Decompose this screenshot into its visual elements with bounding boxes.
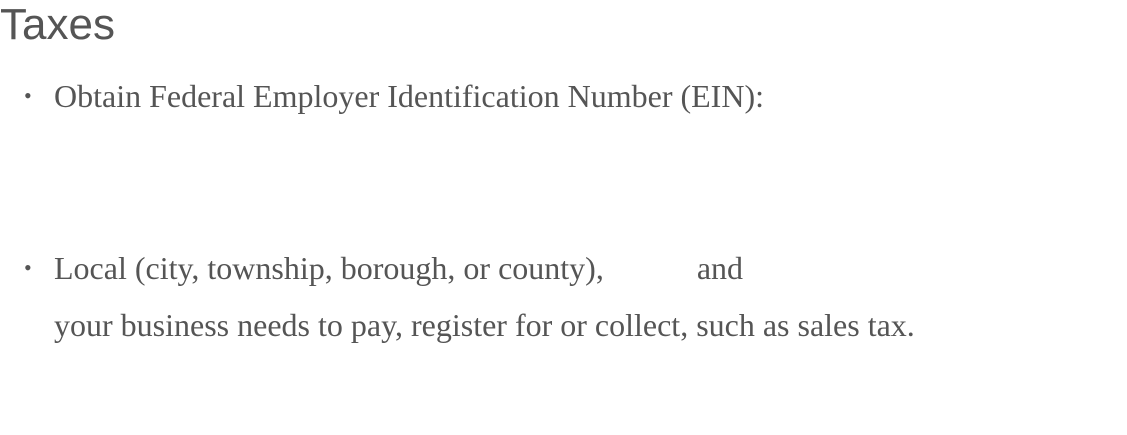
- local-taxes-text-start: Local (city, township, borough, or count…: [54, 250, 604, 286]
- local-taxes-line-2: your business needs to pay, register for…: [54, 307, 915, 343]
- ein-text: Obtain Federal Employer Identification N…: [54, 78, 764, 114]
- local-taxes-line-1: Local (city, township, borough, or count…: [54, 239, 743, 297]
- page-title: Taxes: [0, 0, 115, 49]
- local-taxes-text-and: and: [696, 250, 744, 286]
- bullet-icon: •: [24, 83, 32, 108]
- bullet-icon: •: [24, 255, 32, 280]
